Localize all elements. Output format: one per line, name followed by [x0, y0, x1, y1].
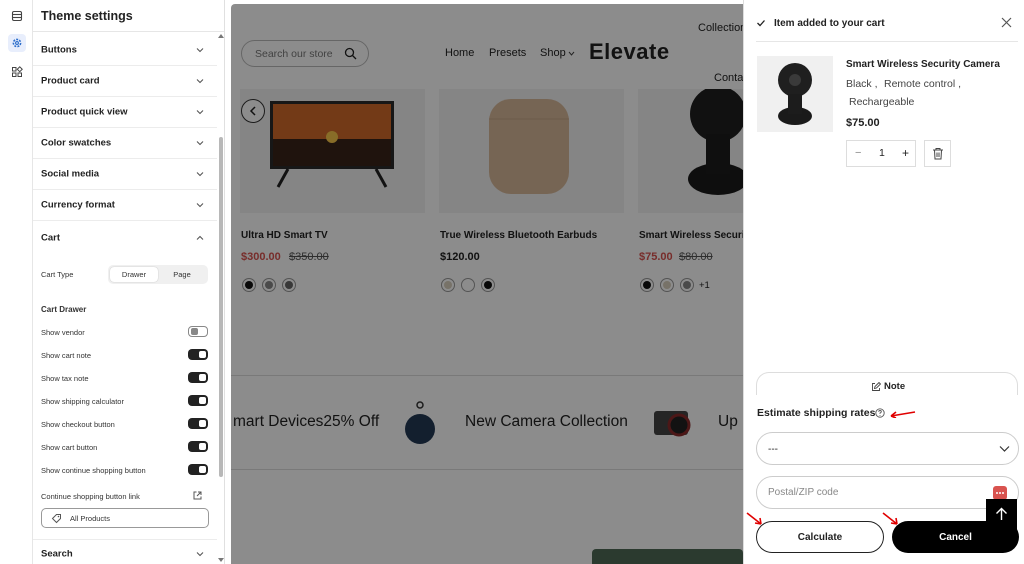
chevron-down-icon — [196, 172, 204, 177]
zip-placeholder: Postal/ZIP code — [768, 487, 839, 498]
annotation-arrow-icon — [882, 512, 898, 525]
drawer-header: Item added to your cart — [774, 18, 885, 29]
annotation-arrow-icon — [890, 411, 916, 418]
blocks-icon[interactable] — [8, 63, 26, 81]
continue-shopping-link-picker[interactable]: All Products — [41, 508, 209, 528]
icon-rail — [0, 0, 33, 564]
cart-item-variant: Black , — [846, 78, 878, 90]
link-label: Continue shopping button link — [41, 492, 140, 501]
section-label: Currency format — [41, 199, 115, 211]
cart-drawer-heading: Cart Drawer — [41, 305, 87, 314]
cart-type-selector: Drawer Page — [108, 265, 208, 284]
arrow-up-icon — [996, 507, 1007, 520]
note-label: Note — [884, 381, 906, 392]
cart-item-title[interactable]: Smart Wireless Security Camera — [846, 59, 1000, 70]
country-value: --- — [768, 444, 778, 455]
chevron-down-icon — [196, 551, 204, 556]
divider — [33, 31, 224, 32]
remove-item-button[interactable] — [924, 140, 951, 167]
section-label: Color swatches — [41, 137, 112, 149]
section-label: Social media — [41, 168, 100, 180]
cart-item-image[interactable] — [757, 56, 833, 132]
section-cart[interactable]: Cart — [33, 222, 217, 253]
show-tax-note-toggle[interactable] — [188, 372, 208, 383]
chevron-down-icon — [196, 48, 204, 53]
section-label: Product quick view — [41, 106, 128, 118]
section-product-quick-view[interactable]: Product quick view — [33, 97, 217, 128]
quantity-value[interactable]: 1 — [879, 147, 885, 159]
section-currency-format[interactable]: Currency format — [33, 190, 217, 221]
panel-title: Theme settings — [41, 9, 133, 23]
stack-icon[interactable] — [8, 7, 26, 25]
external-link-icon[interactable] — [192, 490, 203, 501]
quantity-decrease-button[interactable]: − — [855, 147, 861, 159]
show-shipping-calculator-toggle[interactable] — [188, 395, 208, 406]
country-select[interactable]: --- — [756, 432, 1019, 465]
show-cart-button-toggle[interactable] — [188, 441, 208, 452]
section-label: Buttons — [41, 44, 77, 56]
gear-icon[interactable] — [8, 34, 26, 52]
scroll-down-arrow-icon[interactable] — [217, 557, 225, 563]
close-icon[interactable] — [1001, 17, 1012, 28]
toggle-label: Show cart button — [41, 443, 98, 452]
section-buttons[interactable]: Buttons — [33, 35, 217, 66]
toggle-label: Show checkout button — [41, 420, 115, 429]
chevron-down-icon — [999, 446, 1010, 452]
section-label: Product card — [41, 75, 100, 87]
toggle-label: Show tax note — [41, 374, 89, 383]
panel-scrollbar[interactable] — [219, 137, 223, 477]
show-vendor-toggle[interactable] — [188, 326, 208, 337]
quantity-stepper: − 1 + — [846, 140, 916, 167]
chevron-down-icon — [196, 110, 204, 115]
section-color-swatches[interactable]: Color swatches — [33, 128, 217, 159]
chevron-down-icon — [196, 203, 204, 208]
section-product-card[interactable]: Product card — [33, 66, 217, 97]
tag-icon — [51, 514, 61, 524]
cart-type-page[interactable]: Page — [158, 267, 206, 282]
section-label: Search — [41, 548, 73, 559]
chevron-up-icon — [196, 235, 204, 240]
cart-item-variant: Remote control , — [884, 78, 962, 90]
show-cart-note-toggle[interactable] — [188, 349, 208, 360]
show-checkout-button-toggle[interactable] — [188, 418, 208, 429]
check-icon — [757, 20, 765, 27]
cart-item-variant: Rechargeable — [849, 96, 915, 108]
show-continue-shopping-toggle[interactable] — [188, 464, 208, 475]
edit-icon — [872, 382, 881, 391]
cart-type-label: Cart Type — [41, 270, 74, 279]
shipping-title: Estimate shipping rates — [757, 407, 876, 419]
scroll-up-arrow-icon[interactable] — [217, 33, 225, 39]
chevron-down-icon — [196, 79, 204, 84]
cart-item-price: $75.00 — [846, 117, 880, 129]
section-label: Cart — [41, 232, 61, 243]
quantity-increase-button[interactable]: + — [902, 146, 909, 160]
cart-type-drawer[interactable]: Drawer — [110, 267, 158, 282]
toggle-label: Show continue shopping button — [41, 466, 146, 475]
toggle-label: Show cart note — [41, 351, 92, 360]
help-icon[interactable] — [875, 408, 885, 418]
section-search[interactable]: Search — [33, 539, 217, 564]
zip-input[interactable]: Postal/ZIP code — [756, 476, 1019, 509]
cart-drawer: Item added to your cart Smart Wireless S… — [743, 0, 1024, 564]
toggle-label: Show shipping calculator — [41, 397, 124, 406]
trash-icon — [933, 148, 943, 160]
drawer-overlay[interactable] — [231, 4, 743, 564]
autofill-icon[interactable] — [993, 486, 1007, 500]
section-social-media[interactable]: Social media — [33, 159, 217, 190]
cancel-button[interactable]: Cancel — [892, 521, 1019, 553]
theme-settings-panel: Theme settings Buttons Product card Prod… — [33, 0, 225, 564]
chevron-down-icon — [196, 141, 204, 146]
toggle-label: Show vendor — [41, 328, 85, 337]
calculate-button[interactable]: Calculate — [756, 521, 884, 553]
annotation-arrow-icon — [746, 512, 762, 525]
link-value: All Products — [70, 514, 111, 523]
divider — [756, 41, 1018, 42]
